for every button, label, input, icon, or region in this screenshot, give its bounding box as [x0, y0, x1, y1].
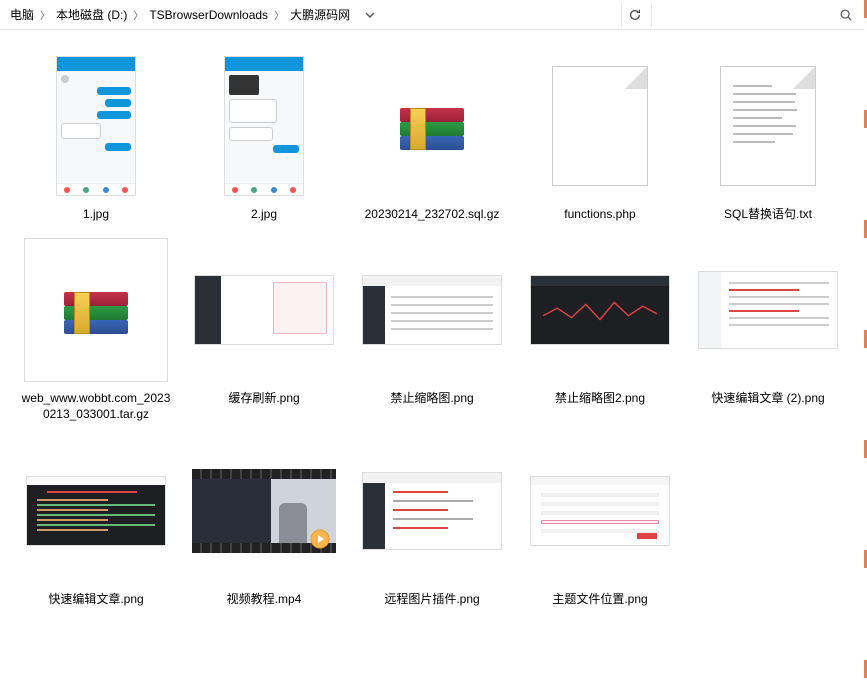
file-label: 20230214_232702.sql.gz	[365, 206, 500, 222]
file-label: 1.jpg	[83, 206, 109, 222]
image-thumbnail	[530, 275, 670, 345]
breadcrumb-seg-computer[interactable]: 电脑	[10, 6, 34, 23]
image-thumbnail	[224, 56, 304, 196]
image-thumbnail	[194, 275, 334, 345]
refresh-button[interactable]	[621, 3, 647, 27]
file-item[interactable]: 2.jpg	[180, 46, 348, 230]
file-label: functions.php	[564, 206, 635, 222]
image-thumbnail	[362, 275, 502, 345]
breadcrumb-seg-current[interactable]: 大鹏源码网	[290, 6, 350, 23]
file-item[interactable]: 20230214_232702.sql.gz	[348, 46, 516, 230]
file-item[interactable]: 快速编辑文章 (2).png	[684, 230, 852, 430]
file-item[interactable]: 远程图片插件.png	[348, 431, 516, 615]
file-item[interactable]: 视频教程.mp4	[180, 431, 348, 615]
file-label: 缓存刷新.png	[228, 390, 299, 406]
file-label: SQL替换语句.txt	[724, 206, 812, 222]
archive-icon	[64, 286, 128, 334]
chevron-right-icon: 〉	[40, 7, 50, 22]
file-item[interactable]: functions.php	[516, 46, 684, 230]
address-toolbar: 电脑 〉 本地磁盘 (D:) 〉 TSBrowserDownloads 〉 大鹏…	[0, 0, 867, 30]
file-label: 快速编辑文章.png	[48, 591, 143, 607]
file-grid: 1.jpg 2.jpg 20230214_23270	[0, 30, 867, 631]
file-item[interactable]: 快速编辑文章.png	[12, 431, 180, 615]
search-box[interactable]	[651, 3, 861, 27]
archive-thumbnail	[24, 238, 168, 382]
refresh-icon	[628, 8, 642, 22]
document-icon	[552, 66, 648, 186]
play-icon	[310, 529, 330, 549]
image-thumbnail	[698, 271, 838, 349]
chevron-right-icon: 〉	[274, 7, 284, 22]
file-item[interactable]: 禁止缩略图.png	[348, 230, 516, 430]
file-label: 禁止缩略图.png	[390, 390, 473, 406]
file-item[interactable]: 主题文件位置.png	[516, 431, 684, 615]
archive-icon	[400, 102, 464, 150]
file-item[interactable]: SQL替换语句.txt	[684, 46, 852, 230]
breadcrumb: 电脑 〉 本地磁盘 (D:) 〉 TSBrowserDownloads 〉 大鹏…	[6, 6, 350, 23]
image-thumbnail	[362, 472, 502, 550]
file-label: web_www.wobbt.com_20230213_033001.tar.gz	[21, 390, 171, 422]
file-label: 主题文件位置.png	[552, 591, 647, 607]
file-item[interactable]: 1.jpg	[12, 46, 180, 230]
file-label: 快速编辑文章 (2).png	[711, 390, 824, 406]
file-label: 视频教程.mp4	[227, 591, 302, 607]
chevron-down-icon	[365, 10, 375, 20]
file-label: 2.jpg	[251, 206, 277, 222]
chevron-right-icon: 〉	[133, 7, 143, 22]
search-icon	[839, 8, 853, 22]
file-label: 禁止缩略图2.png	[555, 390, 645, 406]
breadcrumb-seg-drive[interactable]: 本地磁盘 (D:)	[56, 6, 127, 23]
breadcrumb-seg-downloads[interactable]: TSBrowserDownloads	[149, 8, 268, 22]
breadcrumb-dropdown[interactable]	[362, 4, 378, 26]
file-item[interactable]: 禁止缩略图2.png	[516, 230, 684, 430]
video-thumbnail	[192, 469, 336, 553]
text-file-icon	[720, 66, 816, 186]
image-thumbnail	[530, 476, 670, 546]
image-thumbnail	[26, 476, 166, 546]
file-item[interactable]: 缓存刷新.png	[180, 230, 348, 430]
image-thumbnail	[56, 56, 136, 196]
file-label: 远程图片插件.png	[384, 591, 479, 607]
file-item[interactable]: web_www.wobbt.com_20230213_033001.tar.gz	[12, 230, 180, 430]
